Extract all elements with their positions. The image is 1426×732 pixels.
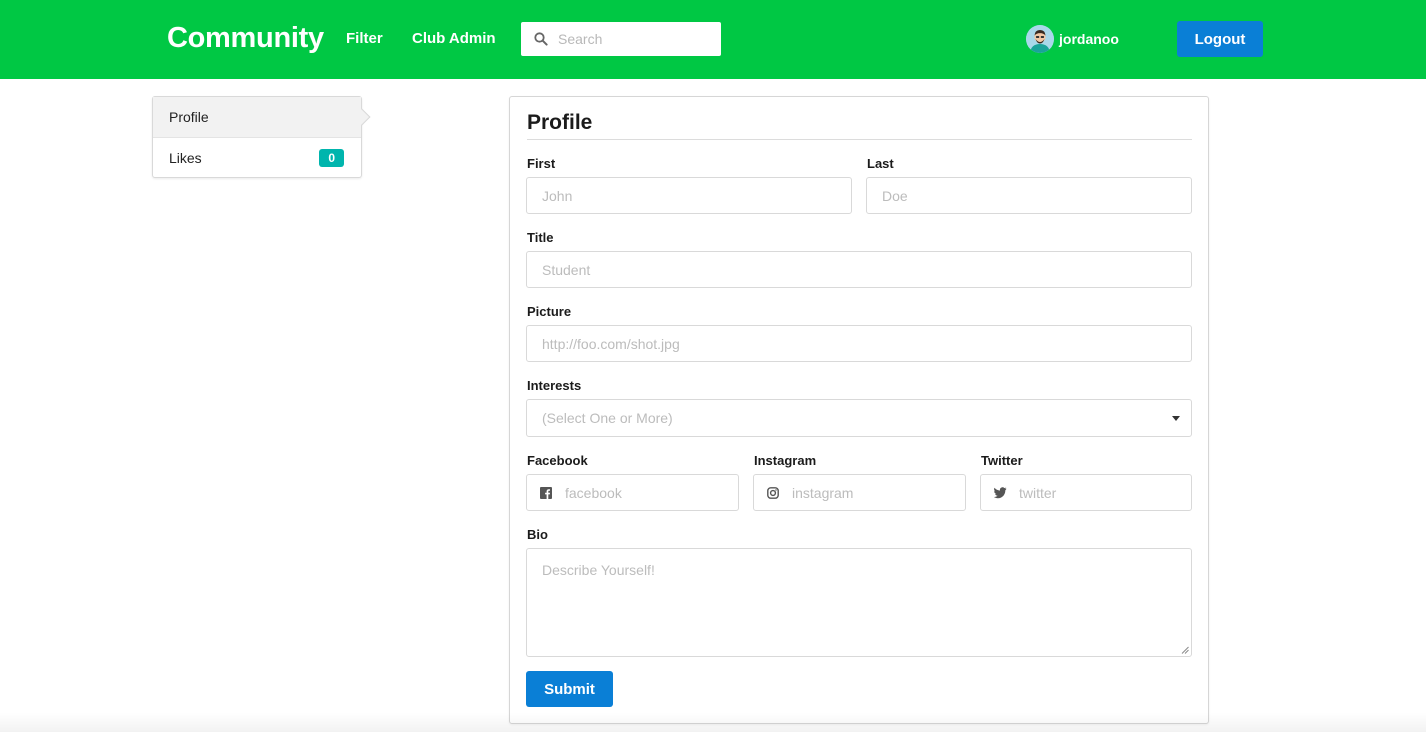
twitter-label: Twitter [981,453,1023,468]
last-name-field-wrap [866,177,1192,214]
bio-field-wrap [526,548,1192,657]
bio-textarea[interactable] [527,549,1191,656]
nav-club-admin-link[interactable]: Club Admin [412,30,496,47]
twitter-input[interactable] [981,475,1191,510]
picture-url-input[interactable] [527,326,1191,361]
username: jordanoo [1059,31,1119,47]
search-icon [534,32,548,46]
facebook-label: Facebook [527,453,588,468]
first-name-field-wrap [526,177,852,214]
picture-label: Picture [527,304,572,319]
submit-button[interactable]: Submit [526,671,613,707]
interests-select[interactable]: (Select One or More) [526,399,1192,437]
nav-filter-link[interactable]: Filter [346,30,383,47]
search-input[interactable] [521,22,721,56]
bio-label: Bio [527,527,548,542]
dropdown-caret-icon [1172,416,1180,421]
sidebar-item-profile[interactable]: Profile [153,97,361,138]
first-name-label: First [527,156,556,171]
last-name-label: Last [867,156,894,171]
sidebar-item-label: Likes [169,150,202,166]
instagram-field-wrap [753,474,966,511]
picture-field-wrap [526,325,1192,362]
title-divider [527,139,1192,140]
logout-button[interactable]: Logout [1177,21,1263,57]
user-menu[interactable]: jordanoo [1026,25,1119,53]
first-name-input[interactable] [527,178,851,213]
title-field-wrap [526,251,1192,288]
profile-side-menu: Profile Likes 0 [152,96,362,178]
likes-count-badge: 0 [319,149,344,167]
facebook-icon [540,487,552,499]
form-title: Profile [527,111,593,134]
twitter-icon [994,487,1007,499]
instagram-input[interactable] [754,475,965,510]
avatar [1026,25,1054,53]
search-box [521,22,721,56]
resize-grip-icon[interactable] [1181,646,1189,654]
facebook-input[interactable] [527,475,738,510]
brand-logo[interactable]: Community [167,22,324,55]
title-input[interactable] [527,252,1191,287]
sidebar-item-likes[interactable]: Likes 0 [153,138,361,178]
twitter-field-wrap [980,474,1192,511]
instagram-icon [767,487,779,499]
title-label: Title [527,230,554,245]
last-name-input[interactable] [867,178,1191,213]
sidebar-item-label: Profile [169,109,209,125]
top-navbar: Community Filter Club Admin jordanoo Log… [0,0,1426,79]
instagram-label: Instagram [754,453,817,468]
interests-placeholder: (Select One or More) [542,410,673,426]
facebook-field-wrap [526,474,739,511]
profile-form-card: Profile First Last Title Picture Interes… [509,96,1209,724]
interests-label: Interests [527,378,582,393]
page-bottom-shadow [0,712,1426,732]
